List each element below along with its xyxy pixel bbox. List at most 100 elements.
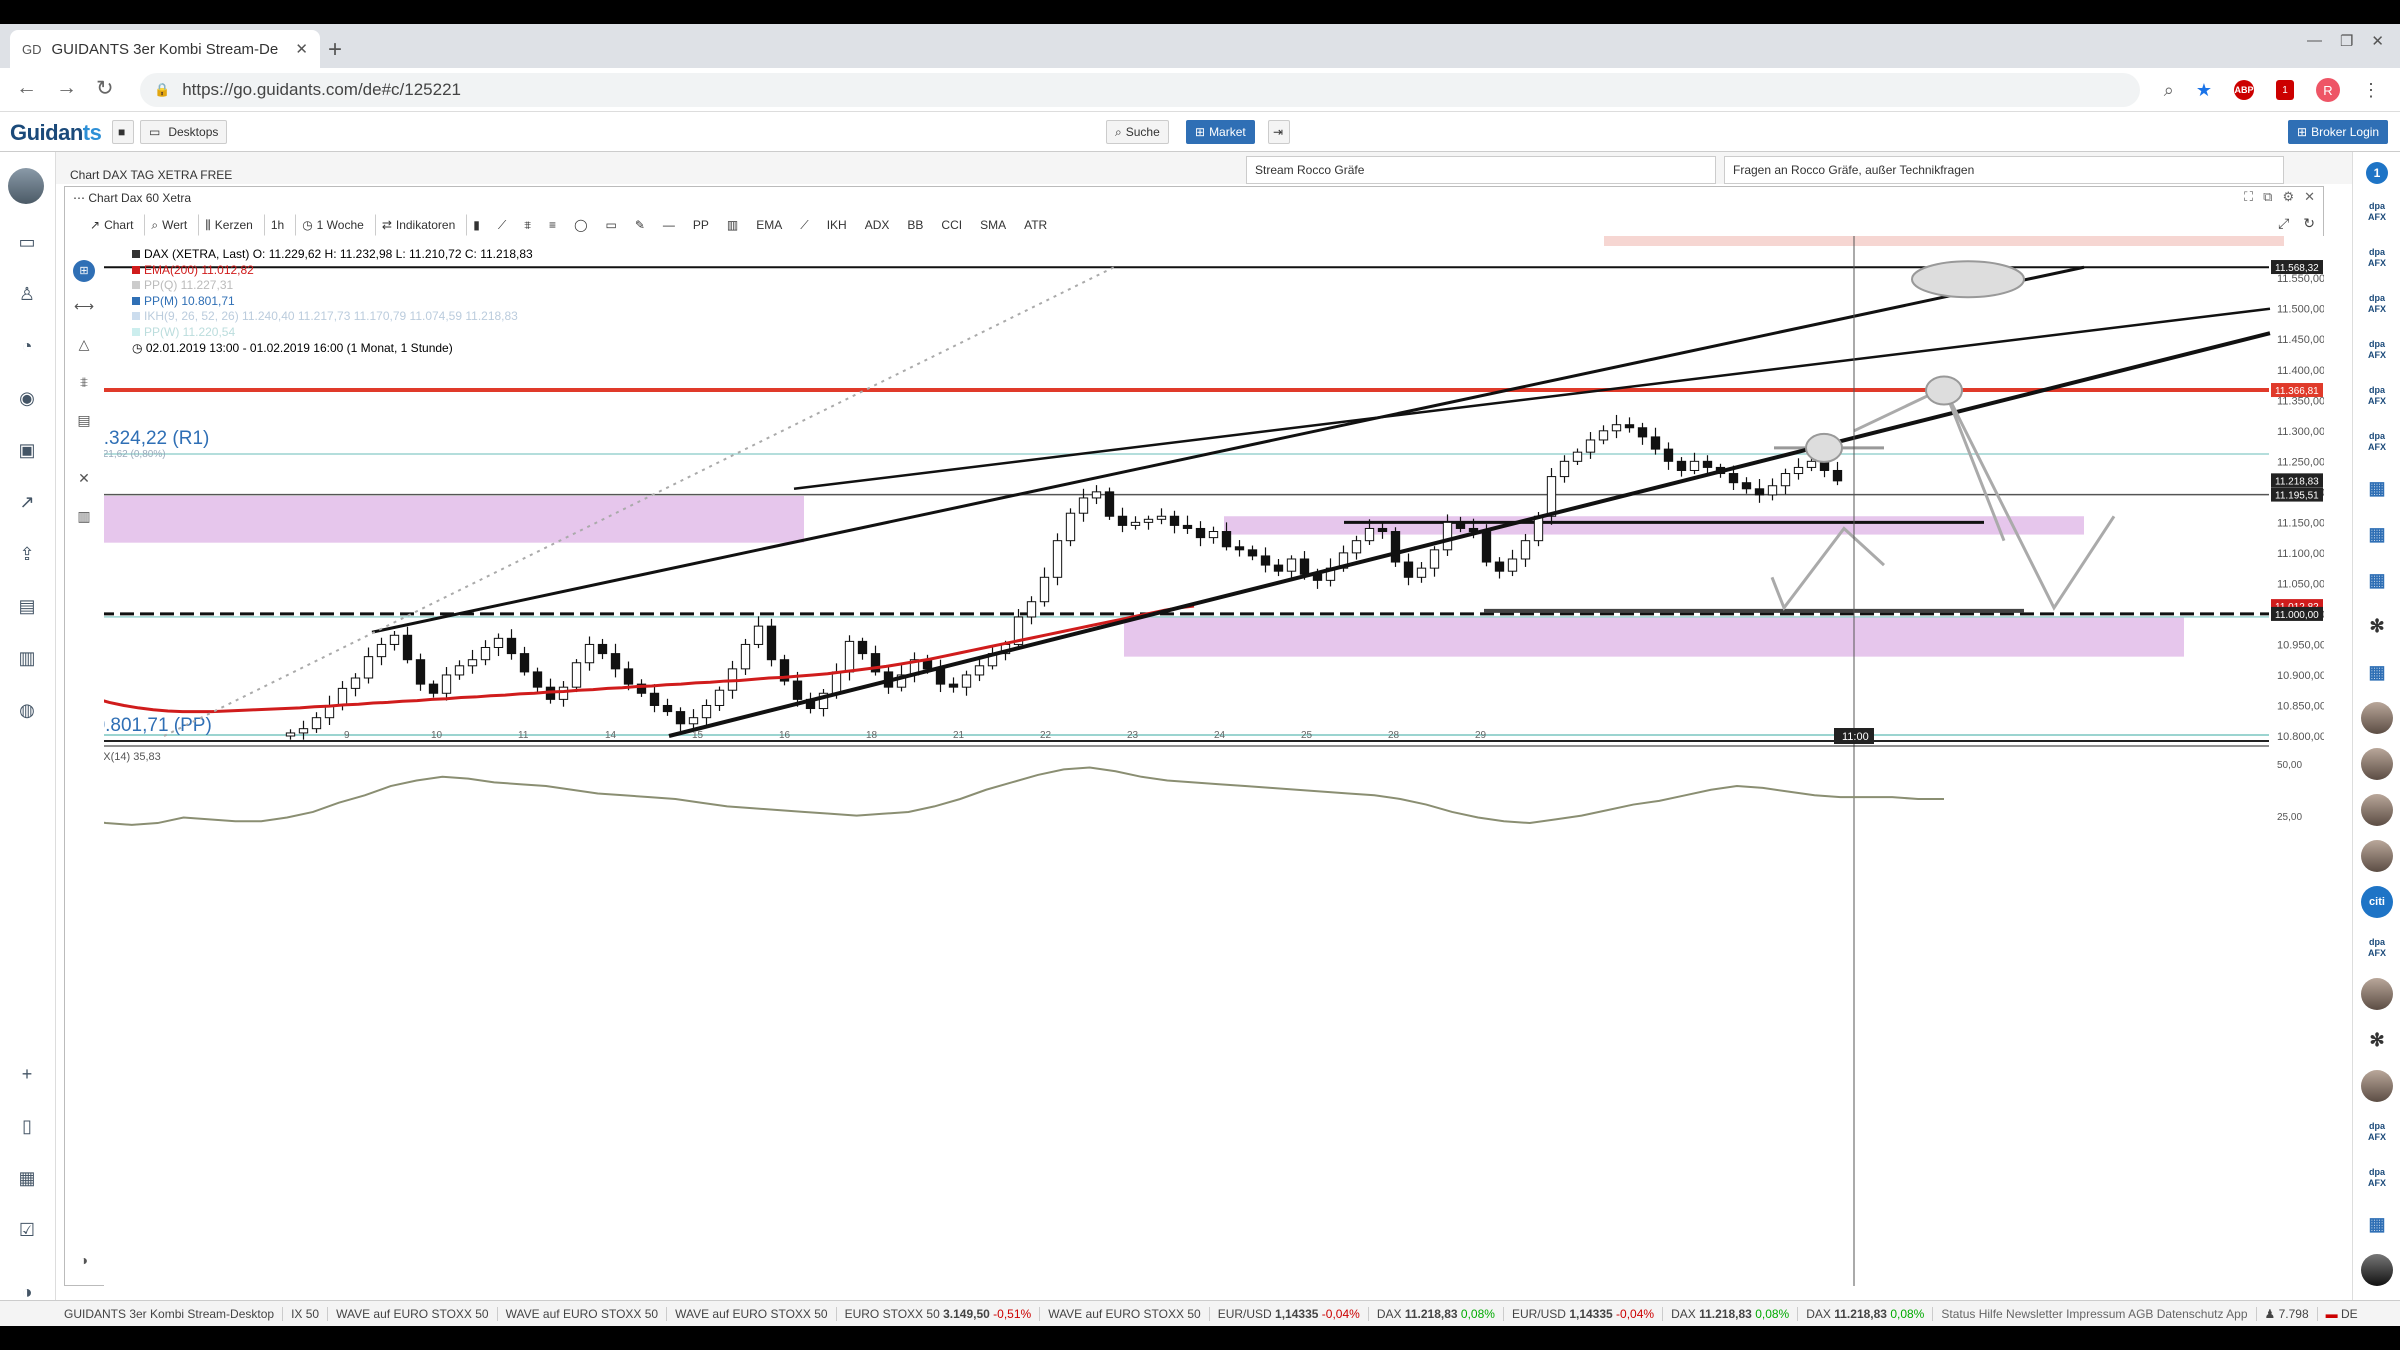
pencil-tool[interactable]: ✎ <box>628 214 652 236</box>
settings-icon[interactable]: ⚙ <box>2282 189 2294 205</box>
trend-tool[interactable]: ⟋ <box>793 214 815 236</box>
author-avatar[interactable] <box>2361 794 2393 826</box>
footer-links[interactable]: Status Hilfe Newsletter Impressum AGB Da… <box>1933 1306 2257 1321</box>
fullscreen-icon[interactable]: ⛶ <box>2244 189 2253 205</box>
line-tool[interactable]: — <box>656 214 682 236</box>
citi-icon[interactable]: citi <box>2361 886 2393 918</box>
restore-icon[interactable]: ❐ <box>2340 32 2353 50</box>
author-avatar[interactable] <box>2361 1254 2393 1286</box>
shield-extension-icon[interactable]: 1 <box>2276 80 2294 100</box>
exit-button[interactable]: ⇥ <box>1268 120 1290 144</box>
delete-icon[interactable]: ▥ <box>64 508 104 525</box>
author-avatar[interactable] <box>2361 1070 2393 1102</box>
bar-tool[interactable]: ▥ <box>720 214 745 236</box>
author-avatar[interactable] <box>2361 840 2393 872</box>
browser-tab[interactable]: GD GUIDANTS 3er Kombi Stream-De ✕ <box>10 30 320 68</box>
dpa-afx-icon[interactable]: dpa AFX <box>2361 196 2393 228</box>
popout-icon[interactable]: ⧉ <box>2263 189 2272 205</box>
desktops-button[interactable]: ▭ Desktops <box>140 120 228 144</box>
language-selector[interactable]: ▬ DE <box>2318 1307 2366 1321</box>
table-icon[interactable]: ▤ <box>16 596 38 617</box>
pin-button[interactable]: ■ <box>112 120 134 144</box>
status-eurusd-2[interactable]: EUR/USD 1,14335 -0,04% <box>1504 1306 1664 1321</box>
adx-button[interactable]: ADX <box>858 214 897 236</box>
monitor-icon[interactable]: ▭ <box>16 232 38 253</box>
dpa-afx-icon[interactable]: dpa AFX <box>2361 1162 2393 1194</box>
sma-button[interactable]: SMA <box>973 214 1013 236</box>
status-eurusd[interactable]: EUR/USD 1,14335 -0,04% <box>1210 1306 1369 1321</box>
status-wave-2[interactable]: WAVE auf EURO STOXX 50 <box>498 1306 668 1321</box>
status-dax[interactable]: DAX 11.218,83 0,08% <box>1369 1306 1504 1321</box>
dpa-afx-icon[interactable]: dpa AFX <box>2361 288 2393 320</box>
value-button[interactable]: ⌕ Wert <box>144 214 194 236</box>
widget-icon[interactable]: ▦ <box>2361 564 2393 596</box>
range-button[interactable]: ◷ 1 Woche <box>295 214 371 236</box>
close-window-icon[interactable]: ✕ <box>2371 32 2384 50</box>
bull-bear-icon[interactable]: ✻ <box>2361 1024 2393 1056</box>
bookmark-tool[interactable]: ▮ <box>466 214 487 236</box>
globe-icon[interactable]: ◍ <box>16 700 38 721</box>
expand-icon[interactable]: ⤢ <box>2278 215 2289 232</box>
ellipse-tool[interactable]: ◯ <box>567 214 594 236</box>
status-eurostoxx[interactable]: EURO STOXX 50 3.149,50 -0,51% <box>837 1306 1041 1321</box>
crosshair-icon[interactable]: ⟷ <box>64 298 104 315</box>
author-avatar[interactable] <box>2361 978 2393 1010</box>
ema-button[interactable]: EMA <box>749 214 789 236</box>
fib-icon[interactable]: ⩨ <box>64 374 104 391</box>
wallet-icon[interactable]: ▣ <box>16 440 38 461</box>
dpa-afx-icon[interactable]: dpa AFX <box>2361 932 2393 964</box>
bull-bear-icon[interactable]: ✻ <box>2361 610 2393 642</box>
widget-icon[interactable]: ▦ <box>2361 472 2393 504</box>
user-icon[interactable]: ♙ <box>16 284 38 305</box>
notification-badge[interactable]: 1 <box>2366 162 2388 184</box>
back-icon[interactable]: ← <box>16 76 37 100</box>
upload-icon[interactable]: ⇪ <box>16 544 38 565</box>
ikh-button[interactable]: IKH <box>820 214 854 236</box>
menu-dots-icon[interactable]: ⋯ <box>73 191 88 205</box>
dpa-afx-icon[interactable]: dpa AFX <box>2361 242 2393 274</box>
draw-tool[interactable]: ⟋ <box>491 214 513 236</box>
status-dax-2[interactable]: DAX 11.218,83 0,08% <box>1663 1306 1799 1321</box>
interval-button[interactable]: 1h <box>263 214 291 236</box>
tab-stream-rocco[interactable]: Stream Rocco Gräfe <box>1246 156 1716 184</box>
checklist-icon[interactable]: ☑ <box>16 1220 38 1241</box>
broker-login-button[interactable]: ⊞ Broker Login <box>2288 120 2389 144</box>
dpa-afx-icon[interactable]: dpa AFX <box>2361 1116 2393 1148</box>
minimize-icon[interactable]: — <box>2307 32 2322 50</box>
dpa-afx-icon[interactable]: dpa AFX <box>2361 380 2393 412</box>
rect-tool[interactable]: ▭ <box>599 214 624 236</box>
bookmark-star-icon[interactable]: ★ <box>2196 80 2212 101</box>
news-icon[interactable]: ▥ <box>16 648 38 669</box>
candles-button[interactable]: ⫼ Kerzen <box>198 214 260 236</box>
theme-icon[interactable]: ◑ <box>64 1252 104 1268</box>
triangle-icon[interactable]: △ <box>64 336 104 353</box>
widget-icon[interactable]: ▦ <box>2361 1208 2393 1240</box>
author-avatar[interactable] <box>2361 702 2393 734</box>
user-avatar[interactable] <box>8 168 44 204</box>
adblock-extension-icon[interactable]: ABP <box>2234 80 2254 100</box>
chart-area[interactable]: 11.550,00 11.500,00 11.450,00 11.400,00 11.3… <box>104 236 2324 1286</box>
eye-icon[interactable]: ◉ <box>16 388 38 409</box>
pp-button[interactable]: PP <box>686 214 716 236</box>
close-chart-icon[interactable]: ✕ <box>2304 189 2315 205</box>
dpa-afx-icon[interactable]: dpa AFX <box>2361 426 2393 458</box>
atr-button[interactable]: ATR <box>1017 214 1054 236</box>
status-wave-1[interactable]: WAVE auf EURO STOXX 50 <box>328 1306 498 1321</box>
author-avatar[interactable] <box>2361 748 2393 780</box>
refresh-icon[interactable]: ↻ <box>2303 215 2315 232</box>
guidants-logo[interactable]: Guidants <box>10 120 102 146</box>
widget-icon[interactable]: ▦ <box>2361 518 2393 550</box>
reload-icon[interactable]: ↻ <box>96 76 114 101</box>
active-tool-icon[interactable]: ⊞ <box>73 260 95 282</box>
dpa-afx-icon[interactable]: dpa AFX <box>2361 334 2393 366</box>
document-icon[interactable]: ▯ <box>16 1116 38 1137</box>
close-tab-icon[interactable]: ✕ <box>295 40 308 58</box>
forward-icon[interactable]: → <box>56 76 77 100</box>
trash-icon[interactable]: ▤ <box>64 412 104 429</box>
market-button[interactable]: ⊞ Market <box>1186 120 1255 144</box>
menu-kebab-icon[interactable]: ⋮ <box>2362 80 2380 101</box>
calendar-icon[interactable]: ▦ <box>16 1168 38 1189</box>
zoom-icon[interactable]: ⌕ <box>2164 80 2174 101</box>
chart-type-button[interactable]: ↗ Chart <box>83 214 140 236</box>
fib-tool[interactable]: ⩨ <box>517 214 538 236</box>
